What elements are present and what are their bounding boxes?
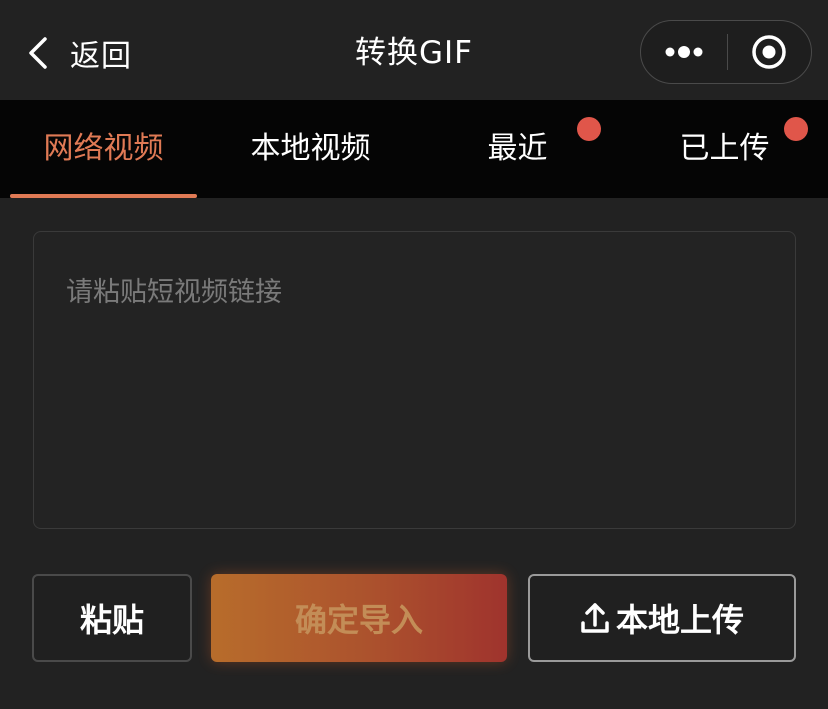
local-upload-button[interactable]: 本地上传	[528, 574, 796, 662]
uploaded-badge-dot	[784, 117, 808, 141]
local-upload-label: 本地上传	[615, 601, 744, 639]
confirm-import-label: 确定导入	[294, 601, 423, 639]
target-circle-icon	[752, 35, 786, 69]
tab-uploaded[interactable]: 已上传	[621, 100, 828, 198]
tab-label: 网络视频	[43, 131, 164, 166]
active-tab-indicator	[10, 194, 197, 198]
tab-online-video[interactable]: 网络视频	[0, 100, 207, 198]
more-button[interactable]	[641, 21, 727, 83]
more-dots-icon	[665, 46, 703, 58]
confirm-import-button[interactable]: 确定导入	[211, 574, 507, 662]
navigation-bar: 返回 转换GIF	[0, 0, 828, 100]
close-miniprogram-button[interactable]	[728, 21, 812, 83]
tab-bar: 网络视频 本地视频 最近 已上传	[0, 100, 828, 198]
tab-local-video[interactable]: 本地视频	[207, 100, 414, 198]
video-link-input[interactable]	[33, 231, 796, 529]
recent-badge-dot	[577, 117, 601, 141]
tab-label: 最近	[487, 131, 548, 166]
mini-program-capsule	[640, 20, 812, 84]
tab-recent[interactable]: 最近	[414, 100, 621, 198]
paste-button[interactable]: 粘贴	[32, 574, 192, 662]
tab-label: 已上传	[679, 131, 770, 166]
tab-label: 本地视频	[250, 131, 371, 166]
upload-icon	[581, 603, 609, 633]
paste-button-label: 粘贴	[79, 601, 144, 639]
